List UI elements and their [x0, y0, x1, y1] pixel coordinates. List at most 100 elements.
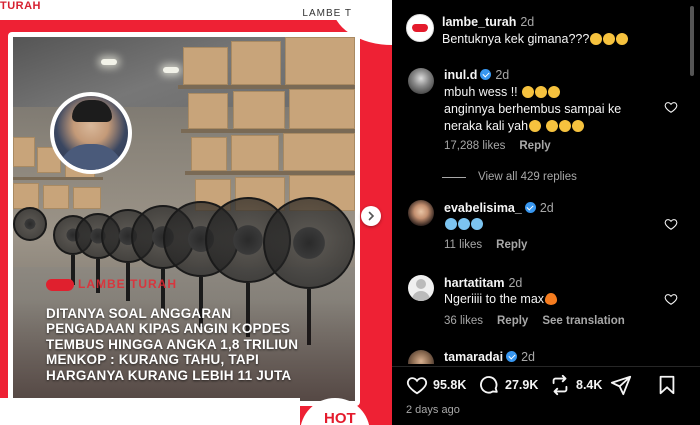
- comment-time: 2d: [521, 350, 535, 364]
- view-all-replies[interactable]: View all 429 replies: [442, 171, 577, 183]
- headline-line: DITANYA SOAL ANGGARAN: [46, 306, 232, 321]
- comment-meta: 11 likes Reply: [444, 239, 541, 251]
- comment-count[interactable]: 27.9K: [505, 378, 538, 392]
- carton-box: [43, 185, 69, 209]
- headline-line: PENGADAAN KIPAS ANGIN KOPDES: [46, 321, 291, 337]
- view-all-line: [442, 176, 466, 178]
- repost-action[interactable]: 8.4K: [549, 374, 602, 396]
- carton-box: [231, 135, 279, 171]
- commenter-avatar[interactable]: [408, 200, 434, 226]
- thinking-emoji-icon: [616, 33, 629, 45]
- heart-icon[interactable]: [664, 100, 678, 114]
- view-all-text[interactable]: View all 429 replies: [478, 171, 577, 183]
- comment-action[interactable]: 27.9K: [478, 374, 538, 396]
- default-avatar-head: [416, 279, 426, 289]
- fire-emoji-icon: [545, 293, 558, 305]
- repost-count[interactable]: 8.4K: [576, 378, 602, 392]
- hot-badge-text: HOT: [324, 410, 356, 425]
- comment-icon[interactable]: [478, 374, 500, 396]
- carton-box: [73, 187, 101, 209]
- ceiling-light: [101, 59, 117, 65]
- thinking-emoji-icon: [603, 33, 616, 45]
- verified-badge-icon: [506, 351, 518, 362]
- save-action[interactable]: [656, 374, 678, 396]
- share-action[interactable]: [610, 374, 632, 396]
- caption-time: 2d: [520, 15, 535, 29]
- username-text[interactable]: tamaradai: [444, 350, 503, 364]
- carton-box: [183, 47, 228, 85]
- crying-emoji-icon: [471, 218, 483, 230]
- caption-username[interactable]: lambe_turah 2d: [442, 15, 534, 29]
- comment-username[interactable]: inul.d 2d: [444, 68, 509, 82]
- caption-avatar[interactable]: [406, 14, 434, 42]
- comment-line: Ngeriiii to the max: [444, 292, 545, 306]
- comment-likes[interactable]: 17,288 likes: [444, 140, 505, 152]
- repost-icon[interactable]: [549, 374, 571, 396]
- post-brand-top-right: LAMBE T: [302, 8, 352, 19]
- comment-time: 2d: [508, 276, 523, 290]
- carousel-next-button[interactable]: [361, 206, 381, 226]
- post-image: TURAH LAMBE T LAMBE TURAH DITANYA SOAL A…: [0, 0, 392, 425]
- comment-username[interactable]: evabelisima_ 2d: [444, 201, 554, 215]
- official-portrait: [54, 96, 128, 170]
- laughing-emoji-icon: [522, 86, 535, 98]
- share-icon[interactable]: [610, 374, 632, 396]
- commenter-avatar[interactable]: [408, 350, 434, 364]
- laughing-emoji-icon: [558, 120, 571, 132]
- crying-emoji-icon: [458, 218, 470, 230]
- comment-username[interactable]: tamaradai 2d: [444, 350, 535, 364]
- comment-line: anginnya berhembus sampai ke: [444, 102, 622, 116]
- laughing-emoji-icon: [545, 120, 558, 132]
- heart-icon[interactable]: [406, 374, 428, 396]
- laughing-emoji-icon: [529, 120, 542, 132]
- comment-text: Ngeriiii to the max: [444, 291, 558, 308]
- post-bottom-strip: [0, 398, 300, 425]
- ceiling-light: [163, 67, 179, 73]
- reply-button[interactable]: Reply: [519, 140, 550, 152]
- carton-box: [231, 41, 281, 85]
- username-text[interactable]: lambe_turah: [442, 15, 516, 29]
- carton-box: [289, 89, 355, 129]
- comment-time: 2d: [539, 201, 554, 215]
- comment-username[interactable]: hartatitam 2d: [444, 276, 522, 290]
- carton-box: [285, 37, 355, 85]
- see-translation-button[interactable]: See translation: [542, 315, 624, 327]
- portrait-hair: [72, 100, 112, 122]
- username-text[interactable]: hartatitam: [444, 276, 504, 290]
- commenter-avatar[interactable]: [408, 68, 434, 94]
- lambe-turah-watermark: LAMBE TURAH: [46, 277, 177, 291]
- lips-logo-icon: [46, 278, 74, 291]
- carton-box: [188, 93, 228, 129]
- lips-logo-icon: [412, 24, 428, 32]
- watermark-text: LAMBE TURAH: [78, 277, 177, 291]
- carton-box: [191, 137, 227, 171]
- comment-line: mbuh wess !!: [444, 85, 518, 99]
- comment-text: mbuh wess !! anginnya berhembus sampai k…: [444, 84, 621, 135]
- like-action[interactable]: 95.8K: [406, 374, 466, 396]
- heart-icon[interactable]: [664, 217, 678, 231]
- scrollbar[interactable]: [690, 6, 694, 76]
- reply-button[interactable]: Reply: [497, 315, 528, 327]
- caption-body: Bentuknya kek gimana???: [442, 32, 590, 46]
- verified-badge-icon: [480, 69, 492, 80]
- post-brand-top-left: TURAH: [0, 0, 41, 12]
- caption-text: Bentuknya kek gimana???: [442, 31, 629, 48]
- comment-time: 2d: [495, 68, 510, 82]
- laughing-emoji-icon: [571, 120, 584, 132]
- heart-icon[interactable]: [664, 292, 678, 306]
- comment-meta: 36 likes Reply See translation: [444, 315, 639, 327]
- comments-panel: lambe_turah 2d Bentuknya kek gimana??? in…: [392, 0, 700, 425]
- comment-likes[interactable]: 36 likes: [444, 315, 483, 327]
- thinking-emoji-icon: [590, 33, 603, 45]
- reply-button[interactable]: Reply: [496, 239, 527, 251]
- username-text[interactable]: inul.d: [444, 68, 477, 82]
- bookmark-icon[interactable]: [656, 374, 678, 396]
- carton-box: [13, 137, 35, 167]
- post-headline: DITANYA SOAL ANGGARAN PENGADAAN KIPAS AN…: [46, 306, 346, 383]
- like-count[interactable]: 95.8K: [433, 378, 466, 392]
- carton-box: [233, 91, 285, 129]
- comment-likes[interactable]: 11 likes: [444, 239, 482, 251]
- username-text[interactable]: evabelisima_: [444, 201, 522, 215]
- fan: [263, 197, 355, 289]
- commenter-avatar[interactable]: [408, 275, 434, 301]
